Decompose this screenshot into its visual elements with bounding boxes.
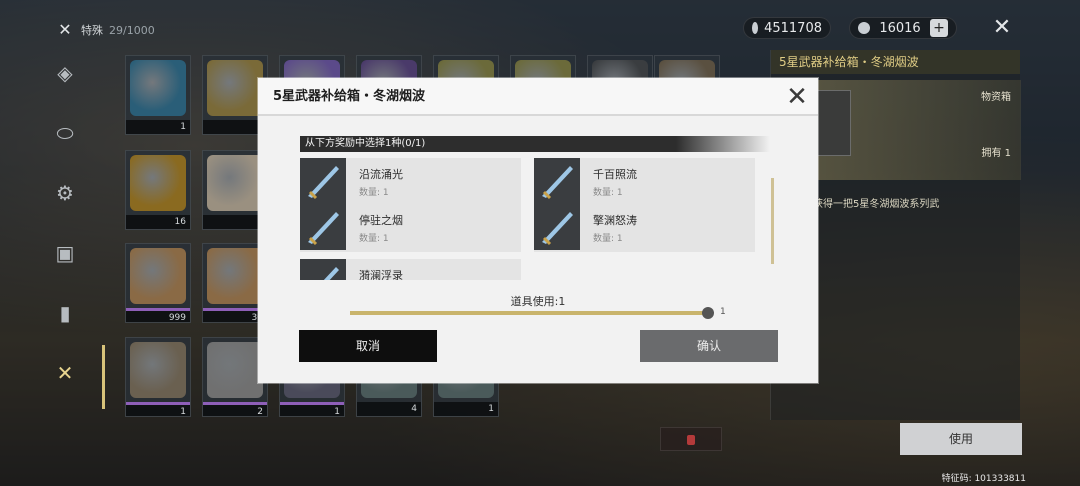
item-icon [207,248,263,304]
capsule-icon[interactable]: ⬭ [50,118,80,148]
nav-active-indicator [102,345,105,409]
item-icon [130,342,186,398]
side-nav: ◈ ⬭ ⚙ ▣ ▮ ✕ [50,58,84,418]
gear-icon[interactable]: ⚙ [50,178,80,208]
weapon-icon [300,259,346,280]
slider-fill [350,311,710,315]
item-quantity: 4 [357,402,421,416]
dialog-header: 5星武器补给箱・冬湖烟波 ✕ [258,78,818,116]
item-quantity: 1 [434,402,498,416]
currency-value-1: 4511708 [764,20,822,36]
lock-icon [687,435,695,445]
item-quantity: 16 [126,215,190,229]
wolf-emblem-icon[interactable]: ◈ [50,58,80,88]
detail-owned: 拥有 1 [981,148,1011,159]
inventory-cell[interactable]: 1 [125,55,191,135]
item-icon [130,248,186,304]
weapon-icon [534,158,580,204]
reward-name: 擎渊怒涛 [593,214,637,227]
lock-button[interactable] [660,427,722,451]
selection-banner: 从下方奖励中选择1种(0/1) [300,136,770,152]
currency-display-1: 4511708 [743,17,831,39]
item-icon [130,60,186,116]
document-icon[interactable]: ▮ [50,298,80,328]
usage-label: 道具使用:1 [510,295,566,308]
category-label: 特殊 [81,24,103,37]
reward-option[interactable]: 擎渊怒涛数量: 1 [534,204,755,252]
inventory-cell[interactable]: 16 [125,150,191,230]
use-button[interactable]: 使用 [900,423,1022,455]
close-icon[interactable]: ✕ [990,16,1014,40]
category-header: ✕ 特殊 29/1000 [55,20,155,40]
weapon-icon [534,204,580,250]
detail-title: 5星武器补给箱・冬湖烟波 [771,50,1020,74]
reward-quantity: 数量: 1 [359,188,389,198]
category-count: 29/1000 [109,23,155,37]
slider-knob[interactable] [702,307,714,319]
item-quantity: 1 [280,402,344,417]
device-icon[interactable]: ▣ [50,238,80,268]
currency-value-2: 16016 [879,20,921,36]
special-category-icon: ✕ [58,20,72,39]
item-quantity: 2 [203,402,267,417]
usage-slider[interactable] [350,311,710,315]
coin-icon [752,22,759,34]
item-icon [130,155,186,211]
inventory-cell[interactable]: 1 [125,337,191,417]
item-icon [207,155,263,211]
item-quantity: 1 [126,120,190,134]
reward-option[interactable]: 千百照流数量: 1 [534,158,755,206]
reward-option[interactable]: 沿流涌光数量: 1 [300,158,521,206]
item-icon [207,60,263,116]
reward-quantity: 数量: 1 [593,188,623,198]
item-icon [207,342,263,398]
reward-name: 漪澜浮录 [359,269,403,280]
currency-display-2: 16016 + [849,17,957,39]
dialog-title: 5星武器补给箱・冬湖烟波 [273,89,426,104]
reward-select-dialog: 5星武器补给箱・冬湖烟波 ✕ 从下方奖励中选择1种(0/1) 沿流涌光数量: 1… [258,78,818,383]
player-uid: 特征码: 101333811 [941,474,1026,484]
reward-quantity: 数量: 1 [359,234,389,244]
item-quantity: 999 [126,308,190,323]
reward-option[interactable]: 停驻之烟数量: 1 [300,204,521,252]
reward-option[interactable]: 漪澜浮录 [300,259,521,280]
slider-max: 1 [720,307,726,317]
scrollbar[interactable] [771,178,774,264]
reward-name: 沿流涌光 [359,168,403,181]
weapon-icon [300,158,346,204]
reward-name: 千百照流 [593,168,637,181]
reward-name: 停驻之烟 [359,214,403,227]
detail-type: 物资箱 [981,92,1011,103]
weapon-icon [300,204,346,250]
special-tab-icon[interactable]: ✕ [50,358,80,388]
gem-icon [858,22,870,34]
add-currency-button[interactable]: + [929,19,948,37]
dialog-close-icon[interactable]: ✕ [782,82,812,112]
item-quantity: 1 [126,402,190,417]
reward-list-viewport[interactable]: 沿流涌光 数量: 1 千百照流 数量: 1 停驻之烟 数量: 1 擎渊怒涛 数量: 1 漪澜浮录 [300,158,772,280]
confirm-button[interactable]: 确认 [640,330,778,362]
cancel-button[interactable]: 取消 [299,330,437,362]
reward-quantity: 数量: 1 [593,234,623,244]
inventory-cell[interactable]: 999 [125,243,191,323]
